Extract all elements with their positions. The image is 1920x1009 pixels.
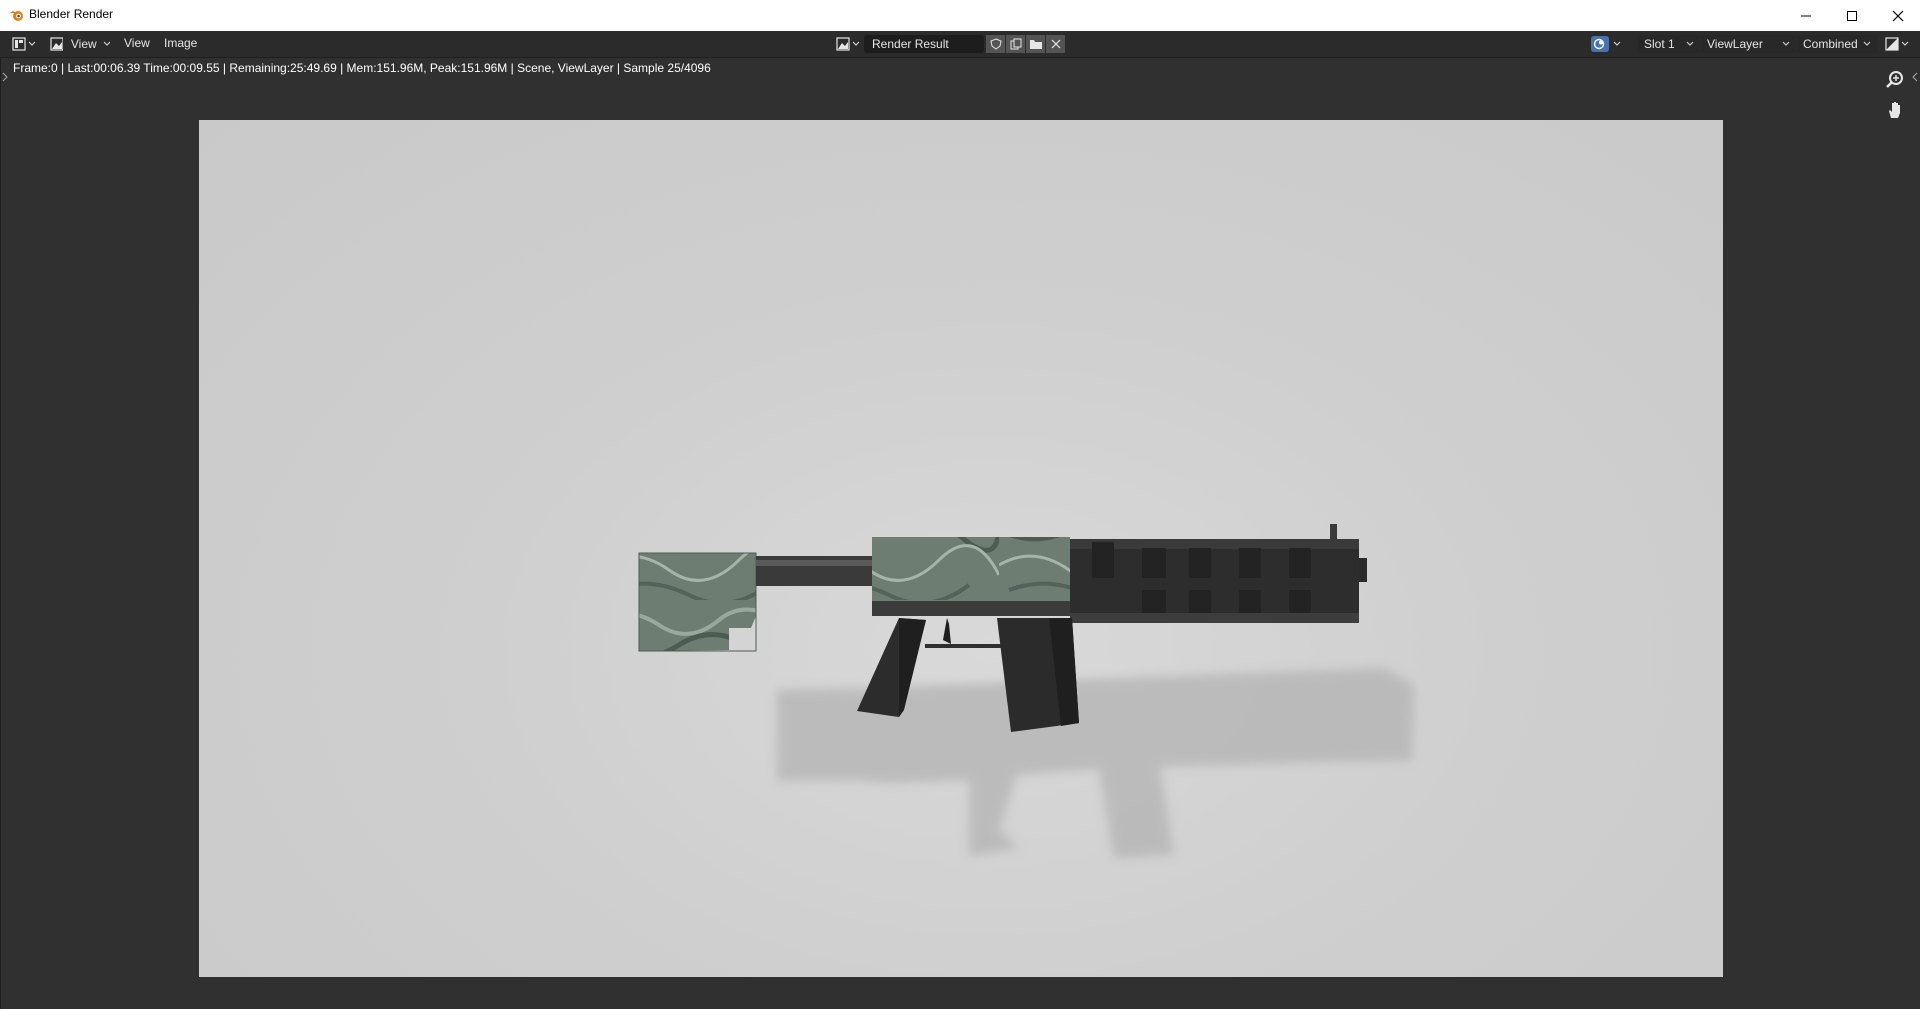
pan-tool-button[interactable] [1882,97,1908,123]
image-editor-header: View View Image Render Result Slot 1 Vie… [0,31,1920,58]
browse-image-button[interactable] [836,35,864,53]
editor-type-button[interactable] [12,35,38,53]
chevron-down-icon [852,41,860,46]
maximize-button[interactable] [1829,0,1875,31]
sidebar-expand-arrow[interactable] [2,72,8,82]
view-layer-label: ViewLayer [1707,37,1763,51]
display-channels-button[interactable] [1591,35,1629,53]
new-image-button[interactable] [1006,35,1025,53]
image-icon [50,37,63,51]
fake-user-button[interactable] [986,35,1005,53]
open-image-button[interactable] [1026,35,1045,53]
menu-view[interactable]: View [124,36,150,50]
render-pass-label: Combined [1803,37,1858,51]
image-editor-icon [12,37,26,51]
image-browse-icon [836,37,850,51]
duplicate-icon [1010,38,1021,50]
gizmo-toggle-button[interactable] [1885,35,1915,53]
zoom-icon [1886,71,1903,88]
close-button[interactable] [1875,0,1920,31]
rendered-rifle-image [638,524,1414,858]
window-titlebar: Blender Render [0,0,1920,31]
zoom-tool-button[interactable] [1882,67,1908,93]
hand-pan-icon [1889,102,1900,118]
image-name-field[interactable]: Render Result [864,35,984,53]
chevron-down-icon [28,41,36,46]
view-mode-dropdown[interactable]: View [50,35,110,53]
view-mode-label: View [70,37,97,51]
blender-logo-icon [10,11,23,21]
shield-icon [989,38,1002,50]
folder-icon [1029,40,1042,49]
menu-image[interactable]: Image [164,36,197,50]
render-pass-dropdown[interactable]: Combined [1797,35,1877,53]
render-result-image [199,120,1723,977]
image-display-icon [1885,37,1899,51]
slot-label: Slot 1 [1644,37,1675,51]
minimize-icon [1801,15,1811,16]
render-stats-text: Frame:0 | Last:00:06.39 Time:00:09.55 | … [13,61,711,75]
toolbar-expand-arrow[interactable] [1912,72,1918,82]
chevron-down-icon [1613,41,1621,46]
chevron-down-icon [1686,41,1694,46]
maximize-icon [1847,10,1857,21]
color-channels-icon [1591,36,1609,52]
view-layer-dropdown[interactable]: ViewLayer [1701,35,1796,53]
chevron-down-icon [1863,41,1871,46]
minimize-button[interactable] [1783,0,1829,31]
unlink-image-button[interactable] [1046,35,1065,53]
close-icon [1051,39,1060,49]
slot-dropdown[interactable]: Slot 1 [1638,35,1700,53]
chevron-down-icon [1782,41,1790,46]
chevron-down-icon [1901,41,1909,46]
window-title: Blender Render [29,7,114,21]
close-icon [1892,10,1904,21]
chevron-down-icon [103,41,110,46]
